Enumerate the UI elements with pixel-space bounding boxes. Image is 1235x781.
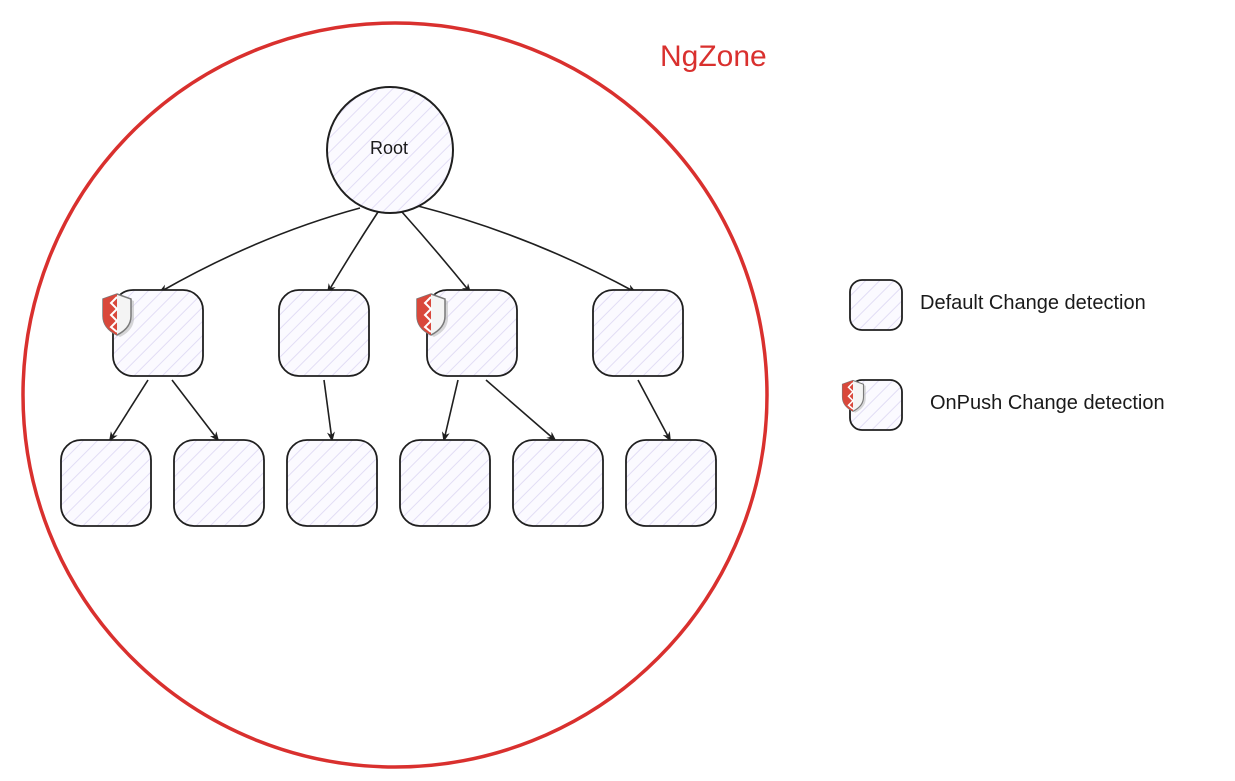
legend-default-label: Default Change detection (920, 292, 1146, 315)
diagram-canvas: NgZone Root Default Change detection OnP… (0, 0, 1235, 781)
component-node-default (279, 290, 369, 376)
leaf-nodes-layer (61, 440, 716, 526)
component-node-default (61, 440, 151, 526)
component-node-default (593, 290, 683, 376)
legend-swatch-default (850, 280, 902, 330)
legend-onpush-label: OnPush Change detection (930, 392, 1165, 415)
legend-swatch-onpush (843, 380, 903, 430)
legend-swatches (843, 280, 903, 430)
component-node-onpush (417, 290, 517, 376)
component-node-default (626, 440, 716, 526)
root-node-label: Root (370, 138, 408, 159)
component-node-default (174, 440, 264, 526)
component-node-default (513, 440, 603, 526)
component-node-default (400, 440, 490, 526)
mid-nodes-layer (103, 290, 683, 376)
diagram-svg (0, 0, 1235, 781)
component-node-onpush (103, 290, 203, 376)
edges-mid-to-leaf (110, 380, 670, 440)
edges-root-to-mid (160, 206, 635, 292)
component-node-default (287, 440, 377, 526)
ngzone-label: NgZone (660, 40, 767, 74)
